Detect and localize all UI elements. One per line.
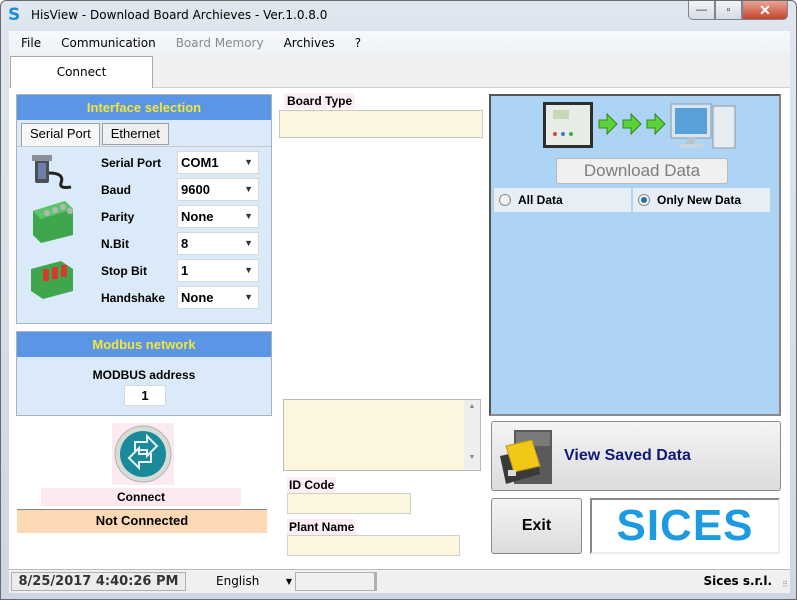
stop-bit-label: Stop Bit	[101, 263, 147, 278]
connect-arrows-icon	[114, 425, 172, 483]
parity-value: None	[181, 209, 214, 224]
connect-page: Interface selection Serial Port Ethernet	[9, 88, 790, 569]
plant-name-label: Plant Name	[287, 519, 357, 535]
serial-port-settings: Serial Port COM1 ▼ Baud 9600 ▼ Parity None…	[17, 146, 271, 323]
minimize-button[interactable]: —	[688, 1, 715, 20]
chevron-down-icon: ▼	[244, 211, 253, 221]
view-saved-data-button[interactable]: View Saved Data	[491, 421, 781, 491]
parity-row: Parity None ▼	[101, 205, 259, 228]
board-type-field	[279, 110, 483, 138]
menu-board-memory[interactable]: Board Memory	[168, 36, 272, 50]
parity-label: Parity	[101, 209, 135, 224]
serial-cable-icon	[32, 155, 72, 189]
sices-logo: SICES	[590, 498, 780, 554]
status-company: Sices s.r.l.	[703, 574, 772, 588]
chevron-down-icon: ▼	[244, 184, 253, 194]
modbus-address-label: MODBUS address	[92, 368, 196, 382]
window-title: HisView - Download Board Archieves - Ver…	[31, 8, 328, 22]
stop-bit-value: 1	[181, 263, 189, 278]
menu-bar: File Communication Board Memory Archives…	[9, 31, 790, 54]
app-window: S HisView - Download Board Archieves - V…	[0, 0, 797, 600]
nbit-value: 8	[181, 236, 189, 251]
board-type-label: Board Type	[284, 93, 356, 109]
nbit-label: N.Bit	[101, 236, 129, 251]
baud-value: 9600	[181, 182, 210, 197]
exit-button[interactable]: Exit	[491, 498, 582, 554]
chevron-down-icon: ▼	[244, 265, 253, 275]
tab-connect[interactable]: Connect	[10, 56, 153, 89]
only-new-data-label: Only New Data	[657, 193, 742, 207]
scroll-up-icon[interactable]: ▲	[464, 403, 480, 410]
only-new-data-option[interactable]: Only New Data	[633, 188, 770, 212]
menu-file[interactable]: File	[13, 36, 49, 50]
info-scrollbar[interactable]: ▲ ▼	[464, 400, 480, 470]
sices-logo-text: SICES	[616, 501, 754, 550]
id-code-field	[287, 493, 411, 514]
all-data-radio[interactable]	[499, 194, 511, 206]
board-to-pc-illustration-icon	[543, 102, 736, 149]
handshake-row: Handshake None ▼	[101, 286, 259, 309]
maximize-button[interactable]: ▫	[715, 1, 742, 20]
menu-help[interactable]: ?	[347, 36, 369, 50]
status-field-2	[375, 572, 377, 591]
serial-port-label: Serial Port	[101, 155, 162, 170]
nbit-row: N.Bit 8 ▼	[101, 232, 259, 255]
baud-row: Baud 9600 ▼	[101, 178, 259, 201]
serial-port-value: COM1	[181, 155, 219, 170]
menu-archives[interactable]: Archives	[276, 36, 343, 50]
subtab-ethernet[interactable]: Ethernet	[101, 123, 169, 145]
view-saved-data-label: View Saved Data	[564, 447, 691, 464]
download-data-button[interactable]: Download Data	[556, 158, 728, 184]
status-bar: 8/25/2017 4:40:26 PM English ▼ Sices s.r.…	[9, 569, 790, 593]
language-value: English	[216, 574, 260, 588]
plant-name-field	[287, 535, 460, 556]
language-select[interactable]: English ▼	[195, 572, 295, 591]
chevron-down-icon: ▼	[285, 577, 292, 586]
handshake-value: None	[181, 290, 214, 305]
connection-status: Not Connected	[17, 509, 267, 533]
modbus-network-header: Modbus network	[17, 332, 271, 357]
title-bar: S HisView - Download Board Archieves - V…	[1, 1, 796, 31]
board-info-textarea[interactable]: ▲ ▼	[283, 399, 481, 471]
spring-terminal-icon	[31, 261, 73, 299]
all-data-option[interactable]: All Data	[494, 188, 631, 212]
modbus-address-input[interactable]: 1	[124, 385, 166, 406]
scroll-down-icon[interactable]: ▼	[464, 454, 480, 461]
close-button[interactable]: ✕	[742, 1, 788, 20]
serial-port-select[interactable]: COM1 ▼	[177, 151, 259, 174]
subtab-serial-port[interactable]: Serial Port	[21, 123, 100, 147]
status-field-1	[295, 572, 375, 591]
connect-label: Connect	[41, 488, 241, 506]
serial-port-row: Serial Port COM1 ▼	[101, 151, 259, 174]
chevron-down-icon: ▼	[244, 238, 253, 248]
baud-select[interactable]: 9600 ▼	[177, 178, 259, 201]
stop-bit-row: Stop Bit 1 ▼	[101, 259, 259, 282]
interface-selection-panel: Interface selection Serial Port Ethernet	[16, 94, 272, 324]
chevron-down-icon: ▼	[244, 292, 253, 302]
modbus-network-panel: Modbus network MODBUS address 1	[16, 331, 272, 416]
resize-grip-icon[interactable]: ⠿	[782, 580, 788, 589]
download-panel: Download Data All Data Only New Data	[489, 94, 781, 416]
stop-bit-select[interactable]: 1 ▼	[177, 259, 259, 282]
tab-strip: Connect	[9, 54, 790, 89]
parity-select[interactable]: None ▼	[177, 205, 259, 228]
app-logo-icon: S	[8, 5, 21, 25]
all-data-label: All Data	[518, 193, 563, 207]
handshake-select[interactable]: None ▼	[177, 286, 259, 309]
handshake-label: Handshake	[101, 290, 166, 305]
nbit-select[interactable]: 8 ▼	[177, 232, 259, 255]
only-new-data-radio[interactable]	[638, 194, 650, 206]
id-code-label: ID Code	[287, 477, 337, 493]
menu-communication[interactable]: Communication	[53, 36, 164, 50]
interface-selection-header: Interface selection	[17, 95, 271, 120]
chevron-down-icon: ▼	[244, 157, 253, 167]
status-datetime: 8/25/2017 4:40:26 PM	[11, 572, 186, 591]
baud-label: Baud	[101, 182, 131, 197]
connect-button[interactable]	[112, 423, 174, 485]
terminal-block-icon	[33, 201, 73, 243]
file-cabinet-icon	[500, 430, 552, 484]
client-area: File Communication Board Memory Archives…	[9, 31, 790, 569]
